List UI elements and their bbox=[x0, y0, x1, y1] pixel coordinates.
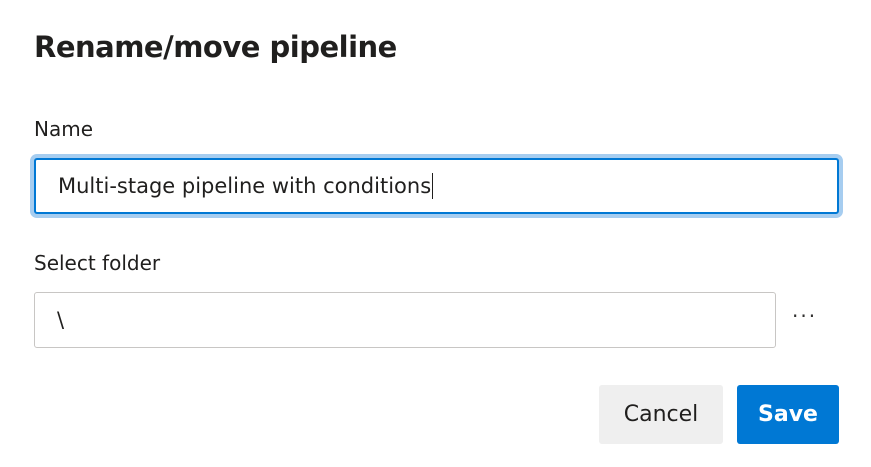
folder-input-value: \ bbox=[57, 308, 65, 332]
text-caret bbox=[432, 173, 434, 199]
name-label: Name bbox=[34, 117, 94, 141]
dialog-title: Rename/move pipeline bbox=[34, 30, 397, 64]
cancel-button[interactable]: Cancel bbox=[599, 385, 723, 444]
folder-label: Select folder bbox=[34, 251, 161, 275]
save-button[interactable]: Save bbox=[737, 385, 839, 444]
name-input-value: Multi-stage pipeline with conditions bbox=[58, 174, 432, 198]
browse-folder-more-icon[interactable]: ··· bbox=[792, 304, 817, 328]
folder-input[interactable]: \ bbox=[34, 292, 776, 348]
name-input[interactable]: Multi-stage pipeline with conditions bbox=[34, 158, 839, 214]
